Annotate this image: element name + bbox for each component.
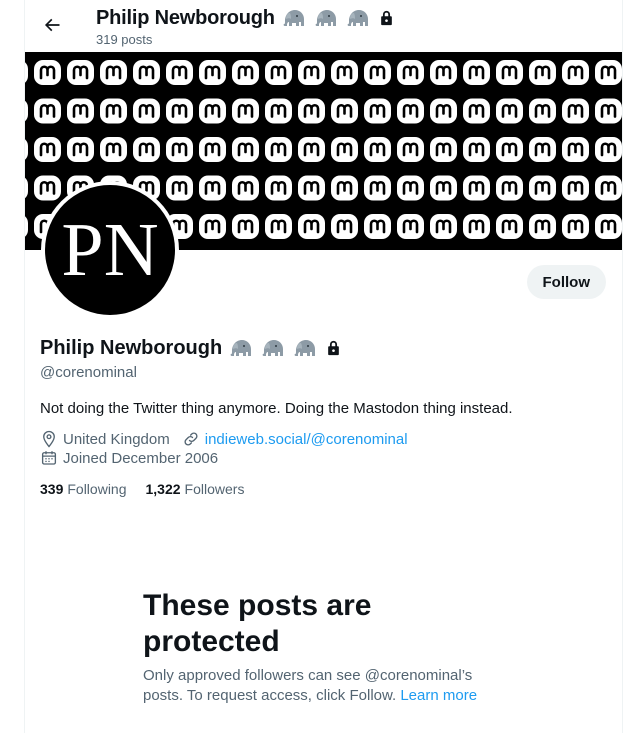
learn-more-link[interactable]: Learn more <box>400 687 477 704</box>
profile-column: Philip Newborough 319 posts PN Follow Ph… <box>24 0 623 733</box>
elephant-icon <box>347 10 368 26</box>
calendar-icon <box>41 451 57 465</box>
joined-text: Joined December 2006 <box>63 449 219 467</box>
elephant-icon <box>283 10 304 26</box>
avatar[interactable]: PN <box>41 181 179 319</box>
arrow-left-icon <box>44 18 60 32</box>
header-post-count: 319 posts <box>96 32 153 47</box>
follow-button[interactable]: Follow <box>526 265 606 299</box>
followers-label: Followers <box>184 481 245 497</box>
location-text: United Kingdom <box>63 430 170 448</box>
top-bar: Philip Newborough 319 posts <box>25 0 622 52</box>
location-pin-icon <box>43 430 55 448</box>
protected-description: Only approved followers can see @corenom… <box>143 666 493 706</box>
profile-name-row: Philip Newborough <box>40 335 341 361</box>
joined-item: Joined December 2006 <box>40 449 218 467</box>
following-count: 339 <box>40 481 64 497</box>
header-badges <box>281 7 394 29</box>
elephant-icon <box>294 340 316 356</box>
avatar-monogram-logo: PN <box>45 185 175 315</box>
profile-badges <box>228 337 341 359</box>
profile-joined-row: Joined December 2006 <box>40 449 218 467</box>
profile-meta-row: United Kingdom indieweb.social/@corenomi… <box>40 430 408 448</box>
header-name-row: Philip Newborough <box>96 6 394 30</box>
profile-name: Philip Newborough <box>40 336 223 359</box>
follow-stats: 339 Following 1,322 Followers <box>40 481 244 497</box>
avatar-monogram: PN <box>61 208 158 292</box>
elephant-icon <box>230 340 252 356</box>
elephant-icon <box>315 10 336 26</box>
followers-count: 1,322 <box>145 481 181 497</box>
website-link[interactable]: indieweb.social/@corenominal <box>205 431 408 448</box>
elephant-icon <box>262 340 284 356</box>
following-stat[interactable]: 339 Following <box>40 481 127 497</box>
following-label: Following <box>67 481 127 497</box>
link-icon <box>184 432 198 446</box>
protected-notice: These posts are protected Only approved … <box>143 588 503 706</box>
profile-bio: Not doing the Twitter thing anymore. Doi… <box>40 400 513 417</box>
header-name: Philip Newborough <box>96 6 275 29</box>
lock-icon <box>380 10 392 26</box>
profile-handle: @corenominal <box>40 364 137 381</box>
location-item: United Kingdom <box>40 430 170 448</box>
followers-stat[interactable]: 1,322 Followers <box>146 481 245 497</box>
website-item[interactable]: indieweb.social/@corenominal <box>182 430 408 448</box>
lock-icon <box>328 340 340 356</box>
back-button[interactable] <box>35 8 69 42</box>
protected-title: These posts are protected <box>143 589 372 658</box>
